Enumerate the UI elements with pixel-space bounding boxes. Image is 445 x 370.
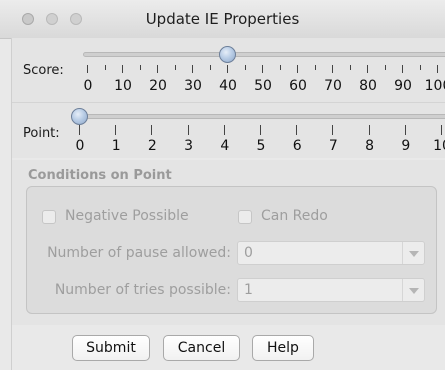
score-minor-tick <box>174 65 176 70</box>
score-tick-label: 50 <box>254 78 272 94</box>
score-minor-tick <box>384 65 386 70</box>
title-bar[interactable]: Update IE Properties <box>0 0 445 39</box>
score-tick-label: 90 <box>394 78 412 94</box>
point-tick-label: 3 <box>184 138 194 154</box>
score-tick-label: 60 <box>289 78 307 94</box>
point-major-tick <box>368 125 370 135</box>
point-major-tick <box>151 125 153 135</box>
point-tick-label: 0 <box>75 138 85 154</box>
conditions-panel: Conditions on Point Negative Possible Ca… <box>12 160 445 325</box>
point-tick-label: 1 <box>111 138 121 154</box>
can-redo-label: Can Redo <box>261 208 328 224</box>
point-thumb[interactable] <box>71 108 88 125</box>
point-tick-label: 2 <box>147 138 157 154</box>
score-minor-tick <box>419 65 421 70</box>
point-major-tick <box>441 125 442 135</box>
point-track[interactable] <box>75 114 445 119</box>
score-minor-tick <box>209 65 211 70</box>
score-minor-tick <box>104 65 106 70</box>
point-tick-label: 9 <box>401 138 411 154</box>
conditions-title: Conditions on Point <box>28 168 172 183</box>
help-button[interactable]: Help <box>252 335 314 361</box>
score-tick-label: 30 <box>184 78 202 94</box>
can-redo-checkbox[interactable] <box>238 210 252 224</box>
score-major-tick <box>367 65 368 73</box>
point-major-tick <box>260 125 261 135</box>
score-major-tick <box>437 65 438 73</box>
point-tick-label: 10 <box>433 138 445 154</box>
tries-possible-select[interactable]: 1 <box>237 278 425 302</box>
score-minor-tick <box>349 65 351 70</box>
score-major-tick <box>402 65 403 73</box>
tries-possible-value: 1 <box>244 282 253 298</box>
score-tick-label: 10 <box>114 78 132 94</box>
point-slider-panel: Point: 0 1 2 3 4 5 6 7 8 9 10 <box>12 102 445 158</box>
point-major-tick <box>332 125 334 135</box>
cancel-button[interactable]: Cancel <box>163 335 240 361</box>
score-major-tick <box>192 65 193 73</box>
pause-allowed-label: Number of pause allowed: <box>47 245 231 261</box>
score-label: Score: <box>23 63 64 78</box>
negative-possible-label: Negative Possible <box>65 208 189 224</box>
point-major-tick <box>79 125 80 135</box>
score-major-tick <box>227 65 228 73</box>
point-tick-label: 8 <box>365 138 375 154</box>
point-major-tick <box>404 125 406 135</box>
pause-allowed-select[interactable]: 0 <box>237 241 425 265</box>
score-tick-label: 40 <box>219 78 237 94</box>
score-major-tick <box>262 65 263 73</box>
chevron-down-icon[interactable] <box>402 242 424 264</box>
score-major-tick <box>297 65 298 73</box>
score-tick-label: 70 <box>324 78 342 94</box>
tries-possible-label: Number of tries possible: <box>54 282 231 298</box>
conditions-group-box: Negative Possible Can Redo Number of pau… <box>26 186 437 314</box>
point-tick-label: 4 <box>220 138 230 154</box>
score-minor-tick <box>314 65 316 70</box>
pause-allowed-value: 0 <box>244 245 253 261</box>
window-title: Update IE Properties <box>145 10 300 28</box>
score-major-tick <box>122 65 123 73</box>
score-major-tick <box>87 65 88 73</box>
score-minor-tick <box>279 65 281 70</box>
point-major-tick <box>223 125 225 135</box>
point-tick-label: 5 <box>256 138 266 154</box>
score-major-tick <box>157 65 158 73</box>
score-thumb[interactable] <box>219 46 236 63</box>
point-major-tick <box>115 125 117 135</box>
point-tick-label: 7 <box>328 138 338 154</box>
score-slider-panel: Score: 0 10 20 30 40 50 60 70 80 90 100 <box>12 38 445 102</box>
score-tick-label: 20 <box>149 78 167 94</box>
dialog-window: Update IE Properties Score: 0 10 20 30 40 50 6… <box>0 0 445 370</box>
score-tick-label: 80 <box>359 78 377 94</box>
point-tick-label: 6 <box>292 138 302 154</box>
negative-possible-checkbox[interactable] <box>42 210 56 224</box>
score-tick-label: 100 <box>424 78 445 94</box>
score-minor-tick <box>139 65 141 70</box>
score-track[interactable] <box>83 52 445 57</box>
point-label: Point: <box>23 126 60 141</box>
chevron-down-icon[interactable] <box>402 279 424 301</box>
score-minor-tick <box>244 65 246 70</box>
submit-button[interactable]: Submit <box>72 335 150 361</box>
score-tick-label: 0 <box>83 78 93 94</box>
score-major-tick <box>332 65 333 73</box>
point-major-tick <box>296 125 298 135</box>
point-major-tick <box>187 125 189 135</box>
